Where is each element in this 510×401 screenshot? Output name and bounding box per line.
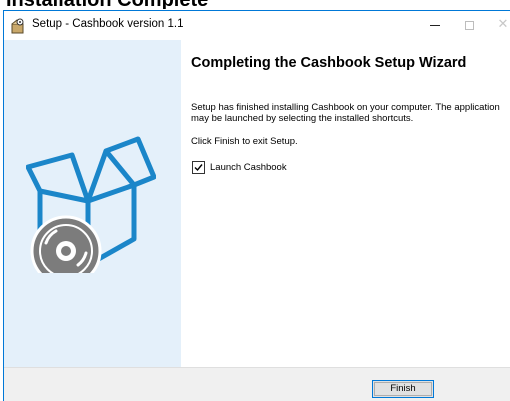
launch-checkbox-label[interactable]: Launch Cashbook	[210, 161, 287, 174]
checkmark-icon	[194, 164, 203, 172]
wizard-content: Completing the Cashbook Setup Wizard Set…	[181, 40, 510, 367]
open-box-with-disc-icon	[26, 136, 156, 273]
maximize-icon	[464, 21, 474, 30]
setup-window: Setup - Cashbook version 1.1 ✕ Completin…	[3, 10, 510, 401]
minimize-icon	[430, 25, 440, 26]
close-icon: ✕	[497, 17, 509, 32]
page-heading: Installation Complete	[6, 0, 306, 9]
minimize-button[interactable]	[418, 11, 452, 40]
maximize-button[interactable]	[452, 11, 486, 40]
installer-icon	[11, 18, 24, 34]
title-bar[interactable]: Setup - Cashbook version 1.1 ✕	[4, 11, 510, 40]
wizard-description: Setup has finished installing Cashbook o…	[191, 102, 500, 124]
window-title: Setup - Cashbook version 1.1	[32, 18, 184, 30]
wizard-hint: Click Finish to exit Setup.	[191, 136, 298, 147]
launch-checkbox[interactable]	[192, 161, 205, 174]
wizard-footer: Finish	[4, 367, 510, 401]
wizard-sidebar	[4, 40, 181, 367]
close-button[interactable]: ✕	[486, 11, 510, 40]
finish-button[interactable]: Finish	[372, 380, 434, 398]
wizard-title: Completing the Cashbook Setup Wizard	[191, 55, 467, 71]
